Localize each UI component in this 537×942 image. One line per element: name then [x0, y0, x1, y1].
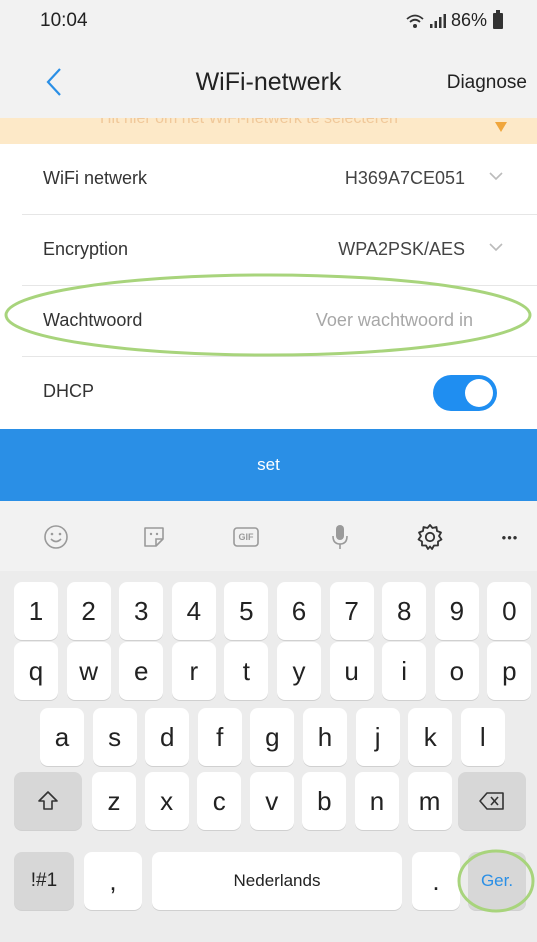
- key-h[interactable]: h: [303, 708, 347, 766]
- gif-label: GIF: [238, 532, 254, 542]
- key-j[interactable]: j: [355, 708, 400, 766]
- more-label: •••: [501, 529, 519, 545]
- gear-icon[interactable]: [412, 519, 448, 555]
- banner-text: Hit hier om het WiFi-netwerk te selecter…: [100, 118, 398, 127]
- key-space[interactable]: Nederlands: [152, 852, 402, 910]
- key-1[interactable]: 1: [14, 582, 58, 640]
- triangle-down-icon: [495, 122, 507, 132]
- key-r[interactable]: r: [171, 642, 216, 700]
- key-v[interactable]: v: [249, 772, 294, 830]
- key-p[interactable]: p: [487, 642, 532, 700]
- chevron-down-icon: [489, 172, 503, 181]
- password-highlight-ellipse: [404, 274, 532, 360]
- shift-arrow-icon: [38, 791, 58, 810]
- key-i[interactable]: i: [382, 642, 427, 700]
- key-t[interactable]: t: [224, 642, 269, 700]
- key-f[interactable]: f: [197, 708, 242, 766]
- backspace-icon: [479, 792, 504, 810]
- key-x[interactable]: x: [144, 772, 189, 830]
- key-g[interactable]: g: [250, 708, 295, 766]
- dhcp-toggle[interactable]: [433, 375, 497, 411]
- wifi-network-label: WiFi netwerk: [43, 168, 148, 188]
- key-y[interactable]: y: [277, 642, 321, 700]
- status-bar: 10:04 86%: [0, 0, 537, 46]
- key-9[interactable]: 9: [434, 582, 479, 640]
- wifi-icon: [406, 14, 424, 28]
- key-5[interactable]: 5: [224, 582, 269, 640]
- nav-bar: WiFi-netwerk Diagnose: [0, 46, 537, 122]
- microphone-icon[interactable]: [322, 519, 358, 555]
- key-u[interactable]: u: [329, 642, 374, 700]
- encryption-label: Encryption: [43, 239, 129, 259]
- toggle-knob: [465, 379, 493, 407]
- more-options-icon[interactable]: •••: [492, 519, 528, 555]
- chevron-left-icon: [46, 68, 61, 96]
- key-period[interactable]: .: [412, 852, 460, 910]
- signal-icon: [429, 13, 446, 28]
- key-7[interactable]: 7: [329, 582, 374, 640]
- password-label: Wachtwoord: [43, 310, 143, 330]
- key-s[interactable]: s: [92, 708, 137, 766]
- dhcp-row: DHCP: [0, 357, 537, 427]
- keyboard-toolbar: GIF •••: [0, 501, 537, 571]
- key-6[interactable]: 6: [277, 582, 321, 640]
- back-button[interactable]: [34, 62, 74, 102]
- key-enter[interactable]: Ger.: [468, 852, 526, 910]
- wifi-network-row[interactable]: WiFi netwerk H369A7CE051: [0, 144, 537, 214]
- key-shift-symbols[interactable]: !#1: [14, 852, 74, 910]
- key-d[interactable]: d: [145, 708, 190, 766]
- key-k[interactable]: k: [408, 708, 453, 766]
- wifi-network-value: H369A7CE051: [344, 168, 465, 188]
- emoji-icon[interactable]: [38, 519, 74, 555]
- key-2[interactable]: 2: [66, 582, 111, 640]
- status-indicators: 86%: [405, 9, 503, 31]
- key-3[interactable]: 3: [119, 582, 164, 640]
- key-o[interactable]: o: [434, 642, 479, 700]
- key-z[interactable]: z: [92, 772, 136, 830]
- key-b[interactable]: b: [302, 772, 347, 830]
- status-time: 10:04: [40, 10, 88, 31]
- key-0[interactable]: 0: [487, 582, 532, 640]
- gif-icon[interactable]: GIF: [228, 519, 264, 555]
- key-w[interactable]: w: [66, 642, 111, 700]
- dhcp-label: DHCP: [43, 381, 95, 401]
- key-l[interactable]: l: [460, 708, 505, 766]
- select-network-banner[interactable]: Hit hier om het WiFi-netwerk te selecter…: [0, 118, 537, 144]
- key-q[interactable]: q: [14, 642, 58, 700]
- key-comma[interactable]: ,: [84, 852, 142, 910]
- encryption-value: WPA2PSK/AES: [338, 239, 465, 259]
- key-backspace[interactable]: [458, 772, 526, 830]
- key-c[interactable]: c: [197, 772, 242, 830]
- key-a[interactable]: a: [40, 708, 84, 766]
- key-e[interactable]: e: [119, 642, 164, 700]
- key-4[interactable]: 4: [171, 582, 216, 640]
- key-n[interactable]: n: [355, 772, 399, 830]
- diagnose-button[interactable]: Diagnose: [447, 72, 527, 94]
- battery-level: 86%: [450, 10, 487, 30]
- battery-icon: [493, 9, 503, 29]
- key-8[interactable]: 8: [382, 582, 427, 640]
- sticker-icon[interactable]: [136, 519, 172, 555]
- key-shift[interactable]: [14, 772, 82, 830]
- set-button[interactable]: set: [0, 429, 537, 501]
- key-m[interactable]: m: [407, 772, 452, 830]
- chevron-down-icon: [489, 243, 503, 252]
